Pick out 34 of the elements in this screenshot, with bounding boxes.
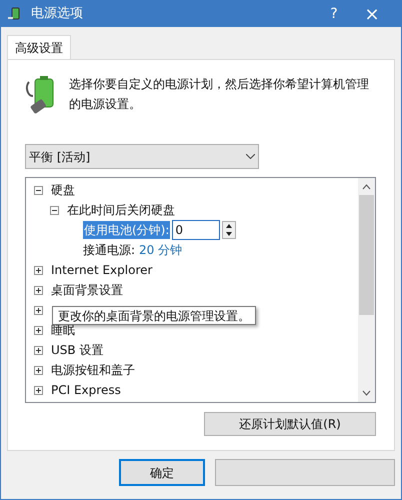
setting-label: 接通电源: [83, 242, 136, 259]
help-button[interactable]: ? [319, 4, 349, 24]
setting-label[interactable]: 使用电池(分钟): [83, 221, 170, 239]
dialog-button[interactable]: 确定 [119, 459, 205, 486]
tree-item[interactable]: 在此时间后关闭硬盘 [67, 201, 175, 219]
restore-defaults-button[interactable]: 还原计划默认值(R) [204, 412, 376, 436]
tooltip: 更改你的桌面背景的电源管理设置。 [52, 306, 256, 325]
chevron-down-icon [246, 154, 255, 159]
tree-item[interactable]: 桌面背景设置 [51, 281, 123, 299]
expand-icon[interactable] [34, 366, 43, 374]
tree-item[interactable]: 电源按钮和盖子 [51, 361, 135, 379]
up-arrow-icon [226, 224, 232, 228]
expand-icon[interactable] [34, 306, 43, 314]
expand-icon[interactable] [34, 346, 43, 354]
tree-item[interactable]: PCI Express [51, 381, 121, 399]
collapse-icon[interactable] [34, 186, 43, 194]
description-text: 选择你要自定义的电源计划，然后选择你希望计算机管理的电源设置。 [69, 76, 369, 113]
spin-button[interactable] [222, 221, 236, 239]
collapse-icon[interactable] [50, 206, 59, 214]
scrollbar[interactable] [358, 178, 375, 402]
tree-item[interactable]: 硬盘 [51, 181, 75, 199]
window-title: 电源选项 [31, 5, 83, 24]
close-button[interactable]: × [349, 0, 395, 28]
setting-value[interactable]: 20 分钟 [139, 241, 182, 259]
expand-icon[interactable] [34, 386, 43, 394]
expand-icon[interactable] [34, 266, 43, 274]
tree-item[interactable]: Internet Explorer [51, 261, 152, 279]
plan-dropdown[interactable]: 平衡 [活动] [25, 144, 259, 169]
expand-icon[interactable] [34, 286, 43, 294]
down-arrow-icon [226, 232, 232, 236]
tree-item[interactable]: USB 设置 [51, 341, 104, 359]
tab[interactable]: 高级设置 [7, 35, 71, 59]
expand-icon[interactable] [34, 326, 43, 334]
minutes-field[interactable]: 0 [172, 220, 220, 240]
